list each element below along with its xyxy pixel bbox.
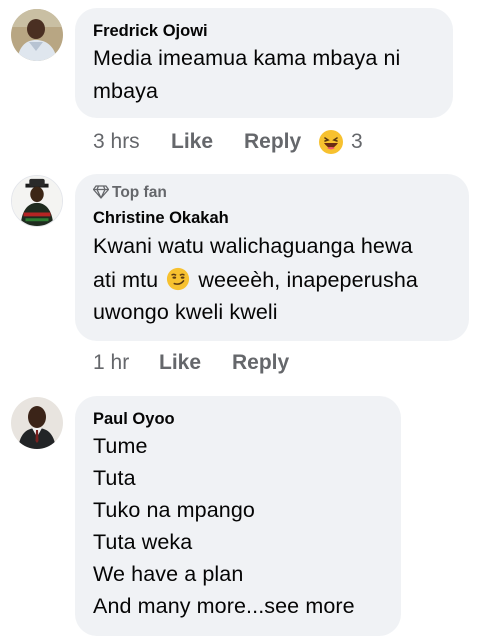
comment-text-segment: ati mtu (93, 268, 159, 292)
comment-text-line[interactable]: And many more...see more (93, 594, 355, 619)
smirking-emoji-icon (167, 267, 190, 291)
reaction-count[interactable]: 3 (351, 130, 363, 154)
top-fan-badge: Top fan (92, 184, 167, 202)
comment-text-line: We have a plan (93, 562, 244, 586)
comment-text-line: Tuta (93, 466, 136, 490)
comment-text-line: uwongo kweli kweli (93, 300, 278, 324)
avatar[interactable] (11, 397, 63, 449)
reply-button[interactable]: Reply (232, 351, 289, 375)
comment-text-line: ati mtu weeeèh, inapeperusha (93, 267, 418, 293)
comment-text-segment: weeeèh, inapeperusha (198, 268, 418, 292)
like-button[interactable]: Like (159, 351, 201, 375)
comment-text-line: Tuko na mpango (93, 498, 255, 522)
comment-author[interactable]: Paul Oyoo (93, 410, 175, 429)
comment-text-line: Tume (93, 434, 148, 458)
comment-bubble: Paul Oyoo Tume Tuta Tuko na mpango Tuta … (75, 396, 401, 636)
avatar[interactable] (11, 9, 63, 61)
laughing-emoji-icon (319, 130, 343, 154)
comment-bubble: Top fan Christine Okakah Kwani watu wali… (75, 174, 469, 341)
like-button[interactable]: Like (171, 130, 213, 154)
comment-author[interactable]: Christine Okakah (93, 209, 229, 228)
comment-bubble: Fredrick Ojowi Media imeamua kama mbaya … (75, 8, 453, 118)
comment-timestamp[interactable]: 3 hrs (93, 130, 140, 154)
comment-timestamp[interactable]: 1 hr (93, 351, 129, 375)
reaction-summary[interactable] (318, 129, 344, 157)
top-fan-label: Top fan (112, 184, 167, 201)
avatar[interactable] (11, 175, 63, 227)
comment-text-line: Media imeamua kama mbaya ni (93, 46, 401, 70)
comment-text-line: mbaya (93, 79, 159, 103)
comment-text-line: Kwani watu walichaguanga hewa (93, 234, 413, 258)
diamond-icon (92, 185, 110, 199)
comment-text-line: Tuta weka (93, 530, 193, 554)
comment-author[interactable]: Fredrick Ojowi (93, 22, 208, 41)
reply-button[interactable]: Reply (244, 130, 301, 154)
